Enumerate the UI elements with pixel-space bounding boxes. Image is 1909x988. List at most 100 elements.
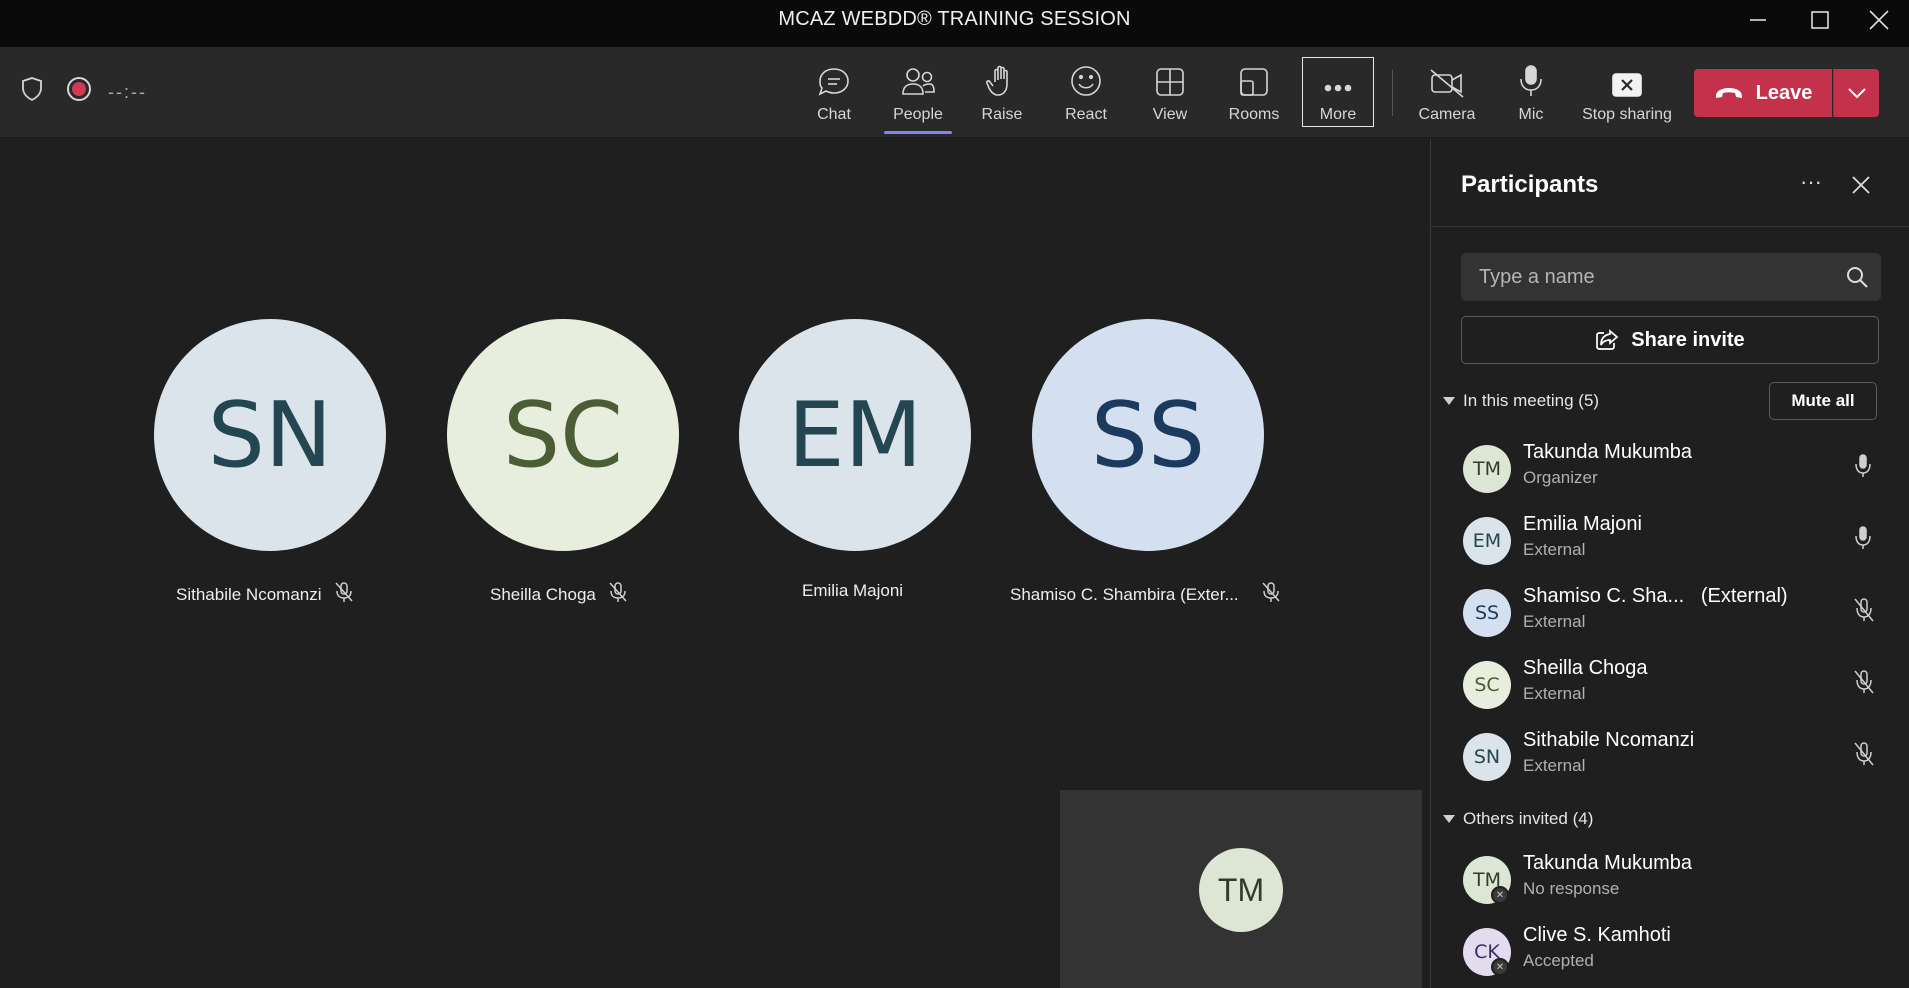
- share-invite-button[interactable]: Share invite: [1461, 316, 1879, 364]
- avatar: SN: [1463, 733, 1511, 781]
- avatar: SC: [447, 319, 679, 551]
- participant-name: Clive S. Kamhoti: [1523, 924, 1671, 946]
- raise-hand-icon: [986, 65, 1008, 96]
- panel-more-button[interactable]: ···: [1793, 169, 1829, 199]
- camera-label: Camera: [1418, 106, 1476, 123]
- caret-down-icon: [1443, 397, 1455, 405]
- panel-header: Participants ···: [1431, 139, 1909, 227]
- self-view[interactable]: TM: [1060, 790, 1422, 988]
- people-button[interactable]: People: [882, 58, 954, 128]
- mic-icon: [1853, 453, 1873, 484]
- participant-tile[interactable]: SC Sheilla Choga: [447, 319, 679, 604]
- view-label: View: [1152, 106, 1188, 123]
- participant-name: Shamiso C. Shambira (Exter...: [1010, 584, 1239, 604]
- leave-label: Leave: [1755, 81, 1813, 104]
- avatar: SN: [154, 319, 386, 551]
- view-button[interactable]: View: [1134, 58, 1206, 128]
- participant-tile[interactable]: SN Sithabile Ncomanzi: [154, 319, 386, 604]
- participant-name: Emilia Majoni: [802, 581, 904, 600]
- stop-sharing-icon: [1612, 73, 1642, 97]
- others-invited-section-toggle[interactable]: Others invited (4): [1443, 809, 1593, 829]
- rooms-icon: [1240, 68, 1268, 96]
- participant-row[interactable]: SS Shamiso C. Sha... (External) External: [1431, 579, 1909, 647]
- more-label: More: [1319, 106, 1357, 123]
- avatar: SC: [1463, 661, 1511, 709]
- mic-off-icon: [334, 581, 354, 608]
- mic-off-icon: [1853, 597, 1875, 628]
- invited-row[interactable]: TM ✕ Takunda Mukumba No response: [1431, 846, 1909, 914]
- more-button[interactable]: More: [1302, 57, 1374, 127]
- mic-button[interactable]: Mic: [1495, 58, 1567, 128]
- maximize-button[interactable]: [1790, 0, 1850, 40]
- search-icon[interactable]: [1845, 265, 1869, 289]
- meeting-stage: SN Sithabile Ncomanzi SC Sheilla Choga E…: [0, 139, 1428, 988]
- invite-status: Accepted: [1523, 951, 1594, 970]
- raise-hand-button[interactable]: Raise: [966, 58, 1038, 128]
- participant-name: Takunda Mukumba: [1523, 852, 1692, 874]
- minimize-button[interactable]: [1728, 0, 1788, 40]
- chevron-down-icon: [1847, 88, 1866, 99]
- not-joined-badge-icon: ✕: [1491, 958, 1509, 976]
- mic-label: Mic: [1518, 106, 1544, 123]
- participants-panel: Participants ··· Share invite In this me…: [1430, 139, 1909, 988]
- not-joined-badge-icon: ✕: [1491, 886, 1509, 904]
- meeting-timer: --:--: [108, 82, 147, 102]
- close-panel-button[interactable]: [1845, 169, 1877, 201]
- meeting-toolbar: --:-- Chat People Raise React View Rooms…: [0, 48, 1909, 138]
- participant-name: Emilia Majoni: [1523, 513, 1642, 535]
- others-invited-heading: Others invited (4): [1463, 809, 1594, 828]
- more-icon: [1324, 84, 1352, 92]
- stop-sharing-button[interactable]: Stop sharing: [1582, 58, 1672, 128]
- mic-off-icon: [1853, 741, 1875, 772]
- search-input[interactable]: [1461, 253, 1831, 301]
- in-meeting-heading: In this meeting (5): [1463, 391, 1600, 410]
- participant-row[interactable]: SC Sheilla Choga External: [1431, 651, 1909, 719]
- caret-down-icon: [1443, 815, 1455, 823]
- share-icon: [1596, 329, 1619, 350]
- participant-name: Takunda Mukumba: [1523, 441, 1692, 463]
- search-box: [1461, 253, 1881, 301]
- invite-status: No response: [1523, 879, 1620, 898]
- window-title: MCAZ WEBDD® TRAINING SESSION: [778, 8, 1131, 30]
- leave-button[interactable]: Leave: [1694, 69, 1832, 117]
- recording-icon: [66, 76, 92, 107]
- react-button[interactable]: React: [1050, 58, 1122, 128]
- participant-name: Sithabile Ncomanzi: [176, 584, 322, 604]
- chat-label: Chat: [817, 106, 851, 123]
- rooms-button[interactable]: Rooms: [1218, 58, 1290, 128]
- participant-row[interactable]: SN Sithabile Ncomanzi External: [1431, 723, 1909, 791]
- rooms-label: Rooms: [1228, 106, 1280, 123]
- chat-button[interactable]: Chat: [798, 58, 870, 128]
- leave-options-dropdown[interactable]: [1833, 69, 1879, 117]
- participant-tile[interactable]: EM Emilia Majoni: [739, 319, 971, 600]
- raise-label: Raise: [981, 106, 1023, 123]
- invited-row[interactable]: CK ✕ Clive S. Kamhoti Accepted: [1431, 918, 1909, 986]
- hang-up-icon: [1715, 88, 1742, 98]
- camera-button[interactable]: Camera: [1411, 58, 1483, 128]
- participant-tile[interactable]: SS Shamiso C. Shambira (Exter...: [1010, 319, 1280, 604]
- title-bar: MCAZ WEBDD® TRAINING SESSION: [0, 0, 1909, 48]
- mic-icon: [1520, 65, 1542, 96]
- share-invite-label: Share invite: [1631, 328, 1745, 351]
- mic-off-icon: [608, 581, 628, 608]
- maximize-icon: [1811, 11, 1829, 29]
- participant-row[interactable]: TM Takunda Mukumba Organizer: [1431, 435, 1909, 503]
- in-meeting-section-toggle[interactable]: In this meeting (5): [1443, 391, 1599, 411]
- close-window-button[interactable]: [1849, 0, 1909, 40]
- camera-off-icon: [1430, 69, 1464, 98]
- view-grid-icon: [1156, 68, 1184, 96]
- minimize-icon: [1750, 19, 1766, 21]
- mic-off-icon: [1853, 669, 1875, 700]
- avatar: TM: [1199, 848, 1283, 932]
- avatar: SS: [1463, 589, 1511, 637]
- close-icon: [1852, 176, 1870, 194]
- avatar: SS: [1032, 319, 1264, 551]
- mute-all-button[interactable]: Mute all: [1769, 382, 1877, 420]
- participant-name: Sithabile Ncomanzi: [1523, 729, 1695, 751]
- react-label: React: [1065, 106, 1107, 123]
- shield-icon[interactable]: [20, 76, 44, 107]
- mic-off-icon: [1261, 581, 1281, 608]
- avatar: EM: [1463, 517, 1511, 565]
- participant-row[interactable]: EM Emilia Majoni External: [1431, 507, 1909, 575]
- mic-icon: [1853, 525, 1873, 556]
